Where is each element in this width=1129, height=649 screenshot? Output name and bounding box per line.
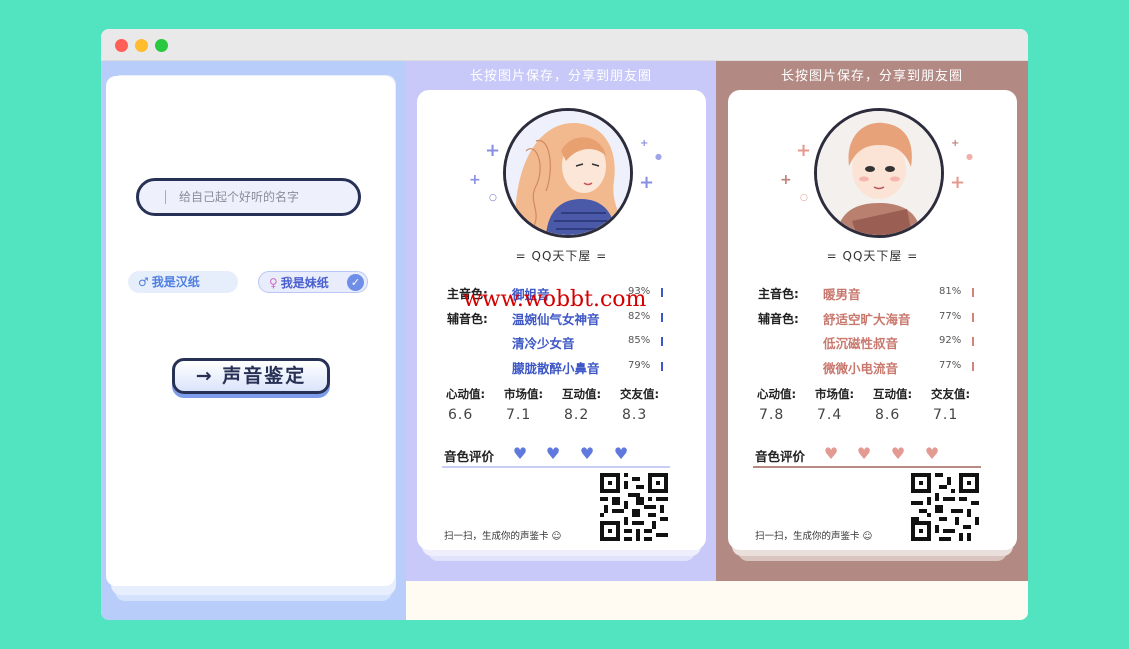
qr-code (911, 473, 979, 541)
stat-value: 7.1 (506, 407, 532, 423)
rating-underline (753, 466, 981, 468)
stat-label: 市场值: (504, 387, 544, 401)
percent-bar (661, 313, 663, 322)
checkmark-icon: ✓ (347, 274, 364, 291)
stat-value: 7.1 (933, 407, 959, 423)
sparkle-icon: + (485, 140, 501, 161)
save-hint: 长按图片保存，分享到朋友圈 (780, 69, 963, 84)
scan-hint: 扫一扫，生成你的声鉴卡 ☺ (444, 531, 562, 542)
stat-label: 心动值: (446, 387, 486, 401)
form-card: 给自己起个好听的名字 ♂ 我是汉纸 ♀ 我是妹纸 ✓ → 声音鉴定 (106, 76, 395, 586)
stat-value: 8.2 (564, 407, 590, 423)
sparkle-icon: + (640, 138, 649, 149)
voice-percent: 82% (628, 311, 651, 322)
avatar (503, 108, 633, 238)
stat-value: 7.4 (817, 407, 843, 423)
voice-card: + + ○ + ● + (417, 90, 706, 550)
scan-hint: 扫一扫，生成你的声鉴卡 ☺ (755, 531, 873, 542)
circle-icon: ○ (489, 193, 497, 203)
voice-percent: 85% (628, 335, 651, 346)
app-window: 给自己起个好听的名字 ♂ 我是汉纸 ♀ 我是妹纸 ✓ → 声音鉴定 长按图片保存，分… (101, 29, 1028, 620)
rating-label: 音色评价 (755, 449, 806, 464)
avatar (814, 108, 944, 238)
qr-code (600, 473, 668, 541)
stat-label: 市场值: (815, 387, 855, 401)
brand-label: = QQ天下屋 = (826, 249, 919, 263)
stat-label: 交友值: (620, 387, 660, 401)
stat-label: 心动值: (757, 387, 797, 401)
voice-name: 低沉磁性叔音 (823, 336, 899, 351)
female-option[interactable]: ♀ 我是妹纸 ✓ (258, 271, 368, 293)
sparkle-icon: + (796, 140, 812, 161)
heart-icon: ♥ (512, 444, 528, 463)
female-symbol-icon: ♀ (269, 276, 278, 290)
percent-bar (972, 313, 974, 322)
stat-value: 8.6 (875, 407, 901, 423)
male-option-label: 我是汉纸 (151, 275, 200, 289)
male-option[interactable]: ♂ 我是汉纸 (128, 271, 238, 293)
voice-name: 清冷少女音 (512, 336, 575, 351)
result-panel-female: 长按图片保存，分享到朋友圈 + + ○ + ● + = QQ天下屋 = 主音色:… (406, 61, 716, 581)
close-window-button[interactable] (115, 39, 128, 52)
heart-icon: ♥ (545, 444, 561, 463)
male-symbol-icon: ♂ (138, 275, 149, 289)
save-hint: 长按图片保存，分享到朋友圈 (469, 69, 652, 84)
sparkle-icon: + (469, 172, 481, 188)
voice-percent: 77% (939, 311, 962, 322)
result-panel-male: 长按图片保存，分享到朋友圈 + + ○ + ● + = QQ天下屋 = 主音色:… (716, 61, 1028, 581)
stat-label: 互动值: (562, 387, 602, 401)
main-voice-label: 主音色: (758, 287, 799, 301)
text-caret (165, 190, 166, 204)
aux-voice-label: 辅音色: (447, 312, 488, 326)
sparkle-icon: + (780, 172, 792, 188)
heart-icon: ♥ (924, 444, 940, 463)
heart-icon: ♥ (613, 444, 629, 463)
stat-label: 互动值: (873, 387, 913, 401)
voice-name: 微微小电流音 (823, 361, 899, 376)
name-input-placeholder: 给自己起个好听的名字 (179, 190, 300, 204)
voice-name: 舒适空旷大海音 (823, 312, 911, 327)
voice-percent: 81% (939, 286, 962, 297)
brand-label: = QQ天下屋 = (515, 249, 608, 263)
title-bar (101, 29, 1028, 61)
heart-icon: ♥ (856, 444, 872, 463)
voice-percent: 92% (939, 335, 962, 346)
minimize-window-button[interactable] (135, 39, 148, 52)
dot-icon: ● (655, 152, 662, 161)
voice-card: + + ○ + ● + (728, 90, 1017, 550)
sparkle-icon: + (950, 172, 966, 193)
voice-percent: 79% (628, 360, 651, 371)
stat-value: 7.8 (759, 407, 785, 423)
voice-name: 暖男音 (823, 287, 861, 302)
female-option-label: 我是妹纸 (280, 276, 329, 290)
content-area: 给自己起个好听的名字 ♂ 我是汉纸 ♀ 我是妹纸 ✓ → 声音鉴定 长按图片保存，分… (101, 61, 1028, 620)
rating-label: 音色评价 (444, 449, 495, 464)
stat-label: 交友值: (931, 387, 971, 401)
voice-percent: 77% (939, 360, 962, 371)
voice-name: 朦胧散醉小鼻音 (512, 361, 600, 376)
percent-bar (661, 337, 663, 346)
stat-value: 6.6 (448, 407, 474, 423)
aux-voice-label: 辅音色: (758, 312, 799, 326)
circle-icon: ○ (800, 193, 808, 203)
voice-identify-button[interactable]: → 声音鉴定 (172, 358, 330, 394)
footer-strip (406, 581, 1028, 620)
percent-bar (972, 362, 974, 371)
form-panel: 给自己起个好听的名字 ♂ 我是汉纸 ♀ 我是妹纸 ✓ → 声音鉴定 (101, 61, 406, 620)
watermark: www.wobbt.com (463, 287, 647, 312)
percent-bar (972, 288, 974, 297)
zoom-window-button[interactable] (155, 39, 168, 52)
heart-icon: ♥ (823, 444, 839, 463)
dot-icon: ● (966, 152, 973, 161)
heart-icon: ♥ (579, 444, 595, 463)
stat-value: 8.3 (622, 407, 648, 423)
sparkle-icon: + (639, 172, 655, 193)
name-input[interactable]: 给自己起个好听的名字 (136, 178, 361, 216)
percent-bar (661, 362, 663, 371)
percent-bar (972, 337, 974, 346)
rating-underline (442, 466, 670, 468)
heart-icon: ♥ (890, 444, 906, 463)
percent-bar (661, 288, 663, 297)
sparkle-icon: + (951, 138, 960, 149)
